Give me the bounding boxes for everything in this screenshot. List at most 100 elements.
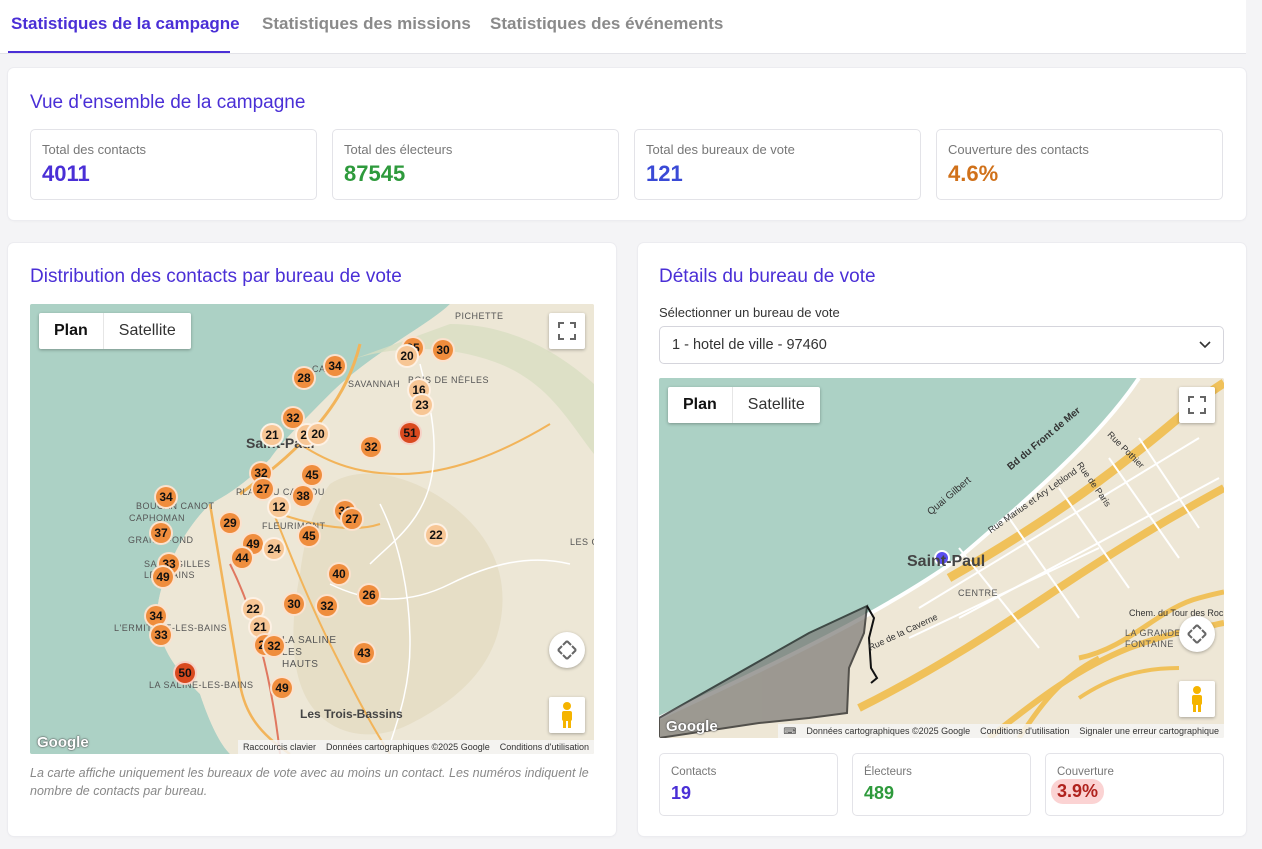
stat-value: 4.6% xyxy=(948,161,999,186)
map-type-plan-button[interactable]: Plan xyxy=(668,387,733,423)
map-label: LES COLIMAÇONS xyxy=(570,537,594,547)
map-data-text: Données cartographiques ©2025 Google xyxy=(325,742,490,752)
map-cluster-marker[interactable]: 34 xyxy=(323,354,347,378)
map-type-plan-button[interactable]: Plan xyxy=(39,313,104,349)
stat-label: Électeurs xyxy=(864,766,912,778)
map-label: LA SALINE LES HAUTS xyxy=(282,635,337,670)
map-cluster-marker[interactable]: 23 xyxy=(410,393,434,417)
street-view-button[interactable] xyxy=(1179,681,1215,717)
stat-total-voters: Total des électeurs 87545 xyxy=(332,129,619,200)
map-cluster-marker[interactable]: 22 xyxy=(424,523,448,547)
stat-label: Couverture des contacts xyxy=(948,142,1089,157)
tab-events-stats[interactable]: Statistiques des événements xyxy=(490,14,723,34)
stat-value: 3.9% xyxy=(1051,779,1105,804)
stat-label: Contacts xyxy=(671,766,717,778)
map-cluster-marker[interactable]: 27 xyxy=(340,507,364,531)
coverage-badge: 3.9% xyxy=(1051,779,1105,804)
select-label: Sélectionner un bureau de vote xyxy=(659,305,840,320)
fullscreen-button[interactable] xyxy=(549,313,585,349)
station-map[interactable]: Saint-Paul CENTRE LA GRANDE FONTAINE Qua… xyxy=(659,378,1224,738)
pan-arrows-icon xyxy=(557,640,577,660)
map-label: Saint-Paul xyxy=(907,553,986,570)
map-cluster-marker[interactable]: 28 xyxy=(292,366,316,390)
map-cluster-marker[interactable]: 50 xyxy=(173,661,197,685)
detail-stat-voters: Électeurs 489 xyxy=(852,753,1031,816)
tab-missions-stats[interactable]: Statistiques des missions xyxy=(262,14,471,34)
map-cluster-marker[interactable]: 32 xyxy=(262,634,286,658)
tab-bar: Statistiques de la campagne Statistiques… xyxy=(0,0,1246,54)
stat-value: 87545 xyxy=(344,161,406,186)
stat-value: 4011 xyxy=(42,161,90,186)
map-cluster-marker[interactable]: 38 xyxy=(291,484,315,508)
map-cluster-marker[interactable]: 37 xyxy=(149,521,173,545)
map-label: SAVANNAH xyxy=(348,379,401,389)
map-type-control: Plan Satellite xyxy=(668,387,820,423)
map-cluster-marker[interactable]: 33 xyxy=(149,623,173,647)
overview-title: Vue d'ensemble de la campagne xyxy=(30,92,306,113)
select-value: 1 - hotel de ville - 97460 xyxy=(672,337,827,353)
keyboard-shortcuts-link[interactable]: Raccourcis clavier xyxy=(238,742,321,752)
stat-total-contacts: Total des contacts 4011 xyxy=(30,129,317,200)
stat-contact-coverage: Couverture des contacts 4.6% xyxy=(936,129,1223,200)
stat-value: 121 xyxy=(646,161,683,186)
map-attribution: ⌨ Données cartographiques ©2025 Google C… xyxy=(778,724,1224,738)
map-cluster-marker[interactable]: 32 xyxy=(359,435,383,459)
google-logo: Google xyxy=(666,718,718,735)
map-attribution: Raccourcis clavier Données cartographiqu… xyxy=(237,740,594,754)
street-view-button[interactable] xyxy=(549,697,585,733)
map-cluster-marker[interactable]: 29 xyxy=(218,511,242,535)
map-cluster-marker[interactable]: 12 xyxy=(267,495,291,519)
fullscreen-icon xyxy=(558,322,576,340)
camera-control-button[interactable] xyxy=(1179,616,1215,652)
tab-campaign-stats[interactable]: Statistiques de la campagne xyxy=(11,14,240,34)
map-label: Chem. du Tour des Roches xyxy=(1129,608,1224,618)
map-type-satellite-button[interactable]: Satellite xyxy=(104,313,191,349)
map-cluster-marker[interactable]: 49 xyxy=(270,676,294,700)
stat-value: 19 xyxy=(671,783,692,803)
fullscreen-icon xyxy=(1188,396,1206,414)
google-logo: Google xyxy=(37,734,89,751)
fullscreen-button[interactable] xyxy=(1179,387,1215,423)
map-cluster-marker[interactable]: 44 xyxy=(230,546,254,570)
details-card: Détails du bureau de vote Sélectionner u… xyxy=(638,243,1246,836)
distribution-title: Distribution des contacts par bureau de … xyxy=(30,266,402,287)
camera-control-button[interactable] xyxy=(549,632,585,668)
terms-link[interactable]: Conditions d'utilisation xyxy=(495,742,594,752)
terms-link[interactable]: Conditions d'utilisation xyxy=(975,726,1074,736)
contacts-map[interactable]: PICHETTE CAMB SAVANNAH BOIS DE NÈFLES Sa… xyxy=(30,304,594,754)
report-error-link[interactable]: Signaler une erreur cartographique xyxy=(1074,726,1224,736)
stat-value: 489 xyxy=(864,783,895,803)
stat-label: Total des électeurs xyxy=(344,142,453,157)
map-type-control: Plan Satellite xyxy=(39,313,191,349)
polling-station-select[interactable]: 1 - hotel de ville - 97460 xyxy=(659,326,1224,364)
map-cluster-marker[interactable]: 51 xyxy=(398,421,422,445)
map-cluster-marker[interactable]: 40 xyxy=(327,562,351,586)
map-cluster-marker[interactable]: 30 xyxy=(431,338,455,362)
detail-stat-contacts: Contacts 19 xyxy=(659,753,838,816)
map-note: La carte affiche uniquement les bureaux … xyxy=(30,766,589,798)
map-type-satellite-button[interactable]: Satellite xyxy=(733,387,820,423)
map-label: Les Trois-Bassins xyxy=(300,707,403,721)
details-title: Détails du bureau de vote xyxy=(659,266,876,287)
map-cluster-marker[interactable]: 32 xyxy=(315,594,339,618)
map-cluster-marker[interactable]: 21 xyxy=(260,423,284,447)
map-label: CENTRE xyxy=(958,588,999,598)
map-cluster-marker[interactable]: 49 xyxy=(151,565,175,589)
map-cluster-marker[interactable]: 26 xyxy=(357,583,381,607)
map-cluster-marker[interactable]: 20 xyxy=(306,422,330,446)
map-cluster-marker[interactable]: 20 xyxy=(395,344,419,368)
map-cluster-marker[interactable]: 43 xyxy=(352,641,376,665)
map-cluster-marker[interactable]: 30 xyxy=(282,592,306,616)
map-cluster-marker[interactable]: 45 xyxy=(297,524,321,548)
stat-total-polling-stations: Total des bureaux de vote 121 xyxy=(634,129,921,200)
pegman-icon xyxy=(1192,686,1202,712)
overview-card: Vue d'ensemble de la campagne Total des … xyxy=(8,68,1246,220)
map-cluster-marker[interactable]: 34 xyxy=(154,485,178,509)
keyboard-icon[interactable]: ⌨ xyxy=(778,726,801,737)
detail-stat-coverage: Couverture 3.9% xyxy=(1045,753,1224,816)
stat-label: Total des contacts xyxy=(42,142,147,157)
stat-label: Couverture xyxy=(1057,766,1114,778)
map-cluster-marker[interactable]: 24 xyxy=(262,537,286,561)
pegman-icon xyxy=(562,702,572,728)
chevron-down-icon xyxy=(1199,341,1211,349)
